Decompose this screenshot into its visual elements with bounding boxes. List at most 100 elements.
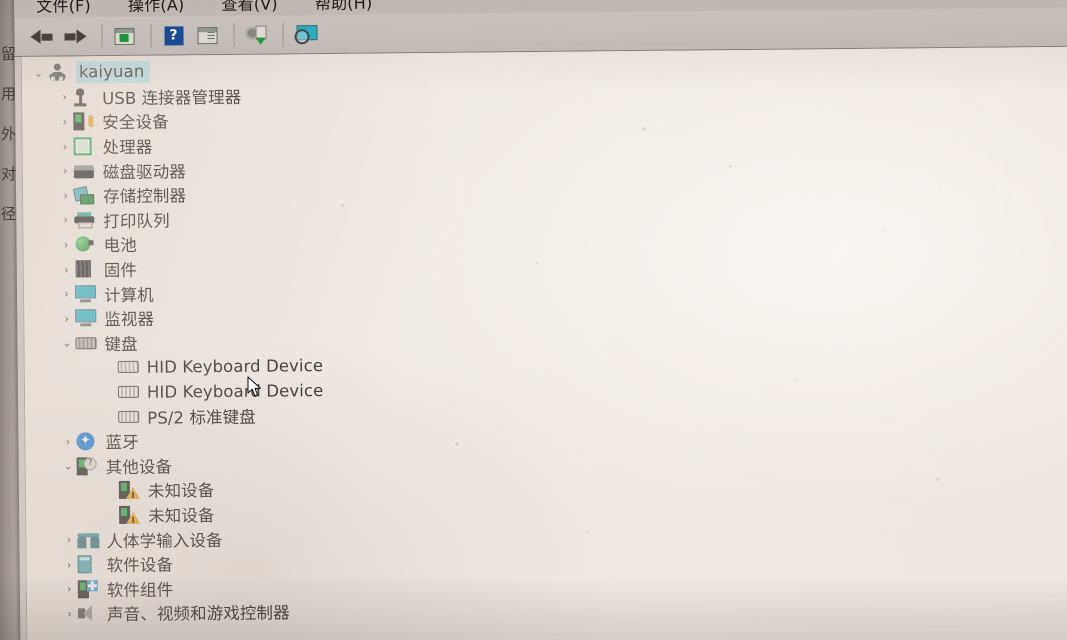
tree-node-label: 其他设备 [105,457,173,477]
device-manager-window: □ ✕ 文件(F) 操作(A) 查看(V) 帮助(H) ? [14,0,1067,640]
unknown-device-icon [118,481,141,500]
dust-speck [455,442,459,446]
twisty-spacer: · [102,509,119,522]
cpu-icon [73,137,96,156]
tree-node-label: PS/2 标准键盘 [147,407,256,428]
dust-speck [883,228,887,232]
bluetooth-icon: ✦ [76,432,98,451]
chevron-right-icon[interactable]: › [61,583,78,596]
dust-speck [935,478,939,482]
update-driver-icon [245,25,267,45]
help-button[interactable]: ? [158,21,188,49]
menu-item-file[interactable]: 文件(F) [36,0,91,17]
disk-icon [73,162,96,180]
dust-speck [642,126,647,131]
toolbar-separator [282,22,284,47]
usb-icon [73,88,95,107]
photographed-screen: 留 用 外 对 径 □ ✕ 文件(F) 操作(A) 查看(V) 帮助(H) [0,0,1067,640]
tree-node-label: 人体学输入设备 [106,530,223,551]
software-device-icon [77,555,100,574]
chevron-right-icon[interactable]: › [57,165,74,178]
toolbar-separator [150,23,152,48]
menu-item-view[interactable]: 查看(V) [221,0,278,15]
sound-video-game-icon [78,605,100,623]
tree-node-label: 处理器 [102,137,153,158]
toolbar-separator [233,22,235,47]
computer-root-icon [47,63,69,82]
printer-icon [74,211,96,229]
tree-node-label: 固件 [103,260,138,281]
chevron-down-icon[interactable]: ⌄ [58,337,75,350]
tree-node-label: 安全设备 [102,113,169,133]
tree-node-label: 计算机 [103,285,154,305]
tree-node-label: kaiyuan [75,60,151,84]
tree-node-label: 电池 [103,236,137,256]
unknown-device-icon [119,505,141,524]
properties-icon [114,27,135,45]
hid-icon [77,531,100,549]
keyboard-child-icon [118,407,140,425]
security-icon [73,112,95,131]
chevron-right-icon[interactable]: › [60,533,77,547]
chevron-right-icon[interactable]: › [58,263,75,276]
tree-node-label: 未知设备 [147,481,215,502]
chevron-right-icon[interactable]: › [57,189,74,202]
chevron-right-icon[interactable]: › [57,214,74,227]
monitor-icon [75,309,97,327]
background-char: 留 [1,45,17,63]
background-char: 用 [1,85,17,103]
show-hidden-devices-button[interactable] [192,21,222,49]
chevron-right-icon[interactable]: › [56,91,73,104]
forward-button[interactable] [60,22,90,50]
software-component-icon [77,579,100,599]
chevron-right-icon[interactable]: › [61,558,78,571]
tree-node-label: 蓝牙 [105,433,139,453]
dust-speck [341,203,345,207]
keyboard-child-icon [117,383,140,401]
scan-hardware-changes-button[interactable] [290,20,320,48]
other-devices-icon: ? [76,457,99,476]
computer-icon [74,284,97,303]
chevron-right-icon[interactable]: › [57,238,74,251]
device-tree: ⌄ kaiyuan › USB 连接器管理器 › 安全设备 › 处理器 › 磁盘… [22,47,1067,627]
tree-node-label: USB 连接器管理器 [102,87,242,109]
firmware-icon [75,260,97,278]
keyboard-child-icon [117,358,140,376]
update-driver-button[interactable] [241,21,271,49]
twisty-spacer: · [101,361,118,374]
dust-speck [728,165,732,169]
menu-item-action[interactable]: 操作(A) [128,0,185,16]
tree-node-label: HID Keyboard Device [146,355,324,377]
properties-button[interactable] [109,22,139,50]
background-window-text: 留 用 外 对 径 [0,46,16,246]
tree-node-label: 未知设备 [148,506,215,526]
toolbar-separator [101,24,103,49]
chevron-right-icon[interactable]: › [59,435,76,448]
dust-speck [586,531,589,534]
back-button[interactable] [26,23,56,51]
storage-icon [72,186,96,205]
device-tree-panel[interactable]: ⌄ kaiyuan › USB 连接器管理器 › 安全设备 › 处理器 › 磁盘… [20,46,1067,640]
chevron-down-icon[interactable]: ⌄ [60,460,77,473]
scan-hardware-changes-icon [293,24,318,44]
chevron-right-icon[interactable]: › [56,115,73,128]
battery-icon [74,236,96,254]
tree-node-label: 磁盘驱动器 [102,162,186,182]
twisty-spacer: · [101,386,118,399]
tree-node-label: 打印队列 [103,211,170,232]
show-hidden-devices-icon [197,26,218,44]
chevron-right-icon[interactable]: › [58,312,75,325]
tree-node-label: 软件组件 [106,580,174,600]
back-arrow-icon [30,29,52,44]
dust-speck [794,379,797,382]
twisty-spacer: · [102,484,119,497]
chevron-right-icon[interactable]: › [58,288,75,301]
tree-node-label: HID Keyboard Device [146,380,324,402]
chevron-right-icon[interactable]: › [61,607,78,620]
background-char: 外 [1,125,17,143]
dust-speck [535,261,538,265]
menu-item-help[interactable]: 帮助(H) [315,0,373,14]
chevron-right-icon[interactable]: › [57,140,74,153]
help-icon: ? [163,25,184,46]
chevron-down-icon[interactable]: ⌄ [30,66,47,80]
